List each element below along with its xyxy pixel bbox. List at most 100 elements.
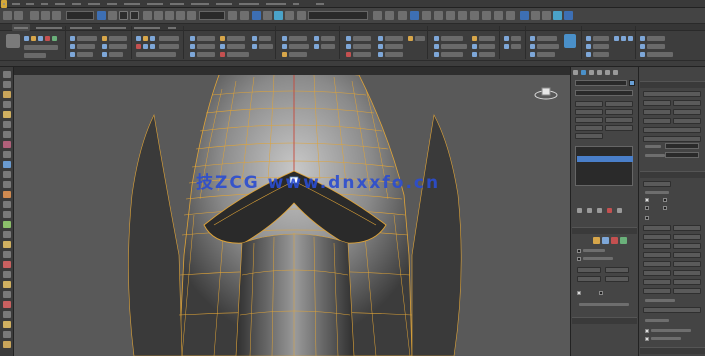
modifier-set-button-8[interactable] (605, 125, 633, 131)
ribbon-item-quadrify[interactable] (227, 52, 249, 57)
remove-isolated-button[interactable] (643, 127, 701, 133)
modifier-set-button-1[interactable] (575, 101, 603, 107)
by-vertex-checkbox[interactable] (577, 249, 581, 253)
select-manipulate-icon[interactable] (240, 11, 249, 20)
modifier-set-button-2[interactable] (605, 101, 633, 107)
rollout-selection[interactable] (572, 227, 637, 234)
ribbon-item-distance-connect[interactable] (441, 44, 467, 49)
repeat-last-button[interactable] (643, 181, 671, 187)
element-subobject-icon[interactable] (52, 36, 57, 41)
menu-scripting[interactable] (214, 0, 234, 8)
to-view-icon[interactable] (586, 44, 591, 49)
sel-vertex-icon[interactable] (593, 237, 600, 244)
set-flow-icon[interactable] (472, 52, 477, 57)
menu-help[interactable] (291, 0, 301, 8)
ribbon-item-use-displacement[interactable] (289, 52, 307, 57)
group-title-polygon-modeling[interactable] (0, 60, 66, 66)
rollout-subdivision-surface[interactable] (640, 347, 705, 354)
group-title-align[interactable] (582, 60, 636, 66)
modifier-set-button-7[interactable] (575, 125, 603, 131)
constraint-none-radio[interactable] (645, 198, 649, 202)
ribbon-item-edit-2[interactable] (159, 44, 179, 49)
cap-poly-icon[interactable] (220, 36, 225, 41)
build-end-icon[interactable] (504, 36, 509, 41)
ribbon-item-flow-connect[interactable] (441, 52, 463, 57)
object-name-field[interactable] (575, 80, 627, 86)
ribbon-item-loop[interactable] (77, 52, 93, 57)
sel-polygon-icon[interactable] (611, 237, 618, 244)
split-button[interactable] (673, 243, 701, 249)
collapse-icon[interactable] (252, 36, 257, 41)
full-interactivity-checkbox[interactable] (645, 329, 649, 333)
material-editor-icon[interactable] (458, 11, 467, 20)
menu-customize[interactable] (189, 0, 211, 8)
sel-edge-icon[interactable] (602, 237, 609, 244)
shrink-icon[interactable] (70, 44, 75, 49)
tessellate-button[interactable] (673, 270, 701, 276)
modifier-set-button-9[interactable] (575, 133, 603, 139)
particle-filter-icon[interactable] (3, 191, 11, 198)
unlink-icon[interactable] (41, 11, 50, 20)
render-production-icon[interactable] (494, 11, 503, 20)
menu-modifiers[interactable] (86, 0, 102, 8)
more-icon[interactable] (3, 341, 11, 348)
modifier-set-button-6[interactable] (605, 117, 633, 123)
perspective-viewport[interactable]: 技ZCG www.dnxxfo.cn (14, 75, 570, 356)
ribbon-item-target-weld[interactable] (385, 52, 403, 57)
loop-icon[interactable] (70, 52, 75, 57)
toggle-ribbon-icon[interactable] (422, 11, 431, 20)
ribbon-item-similar[interactable] (109, 44, 127, 49)
rollout-edit-geometry[interactable] (640, 171, 705, 178)
display-tab-icon[interactable] (605, 70, 610, 75)
ribbon-item-grow[interactable] (77, 36, 97, 41)
rendered-frame-window-icon[interactable] (482, 11, 491, 20)
mirror-icon[interactable] (373, 11, 382, 20)
lock-selection-icon[interactable] (3, 281, 11, 288)
ribbon-item-collapse[interactable] (259, 36, 271, 41)
ribbon-item-connect[interactable] (441, 36, 463, 41)
lights-filter-icon[interactable] (3, 111, 11, 118)
grow-icon[interactable] (70, 36, 75, 41)
axis-z-icon[interactable] (531, 11, 540, 20)
display-influences-icon[interactable] (3, 231, 11, 238)
viewport-label[interactable] (14, 67, 570, 75)
create-tab-icon[interactable] (573, 70, 578, 75)
redo-icon[interactable] (14, 11, 23, 20)
constraint-normal-radio[interactable] (663, 206, 667, 210)
relax-icon[interactable] (190, 36, 195, 41)
ribbon-item-smooth[interactable] (537, 44, 559, 49)
find-icon[interactable] (3, 251, 11, 258)
schematic-view-icon[interactable] (446, 11, 455, 20)
group-title-subdivision[interactable] (500, 60, 582, 66)
menu-edit[interactable] (10, 0, 22, 8)
reset-plane-button[interactable] (673, 252, 701, 258)
spin-icon[interactable] (346, 44, 351, 49)
menu-group[interactable] (39, 0, 50, 8)
msmooth-icon[interactable] (282, 36, 287, 41)
rotate-icon[interactable] (154, 11, 163, 20)
attach-button[interactable] (643, 234, 671, 240)
hide-selected-button[interactable] (643, 307, 701, 313)
rollout-edit-vertices[interactable] (640, 81, 705, 88)
preserve-uvs-checkbox[interactable] (645, 216, 649, 220)
ribbon-item-modify[interactable] (24, 45, 58, 50)
reference-coordinate-dropdown[interactable] (199, 11, 225, 20)
ribbon-item-edit-1[interactable] (159, 36, 179, 41)
modify-tab-icon[interactable] (581, 70, 586, 75)
break-button[interactable] (643, 100, 671, 106)
curve-editor-icon[interactable] (434, 11, 443, 20)
ribbon-item-spin[interactable] (353, 44, 371, 49)
selection-filter-dropdown[interactable] (66, 11, 94, 20)
fill-icon[interactable] (102, 52, 107, 57)
shapes-filter-icon[interactable] (3, 101, 11, 108)
align-y-icon[interactable] (621, 36, 626, 41)
to-grid-icon[interactable] (586, 52, 591, 57)
ribbon-item-to-grid[interactable] (593, 52, 609, 57)
extrude-button[interactable] (673, 100, 701, 106)
ribbon-item-remove[interactable] (321, 36, 335, 41)
object-color-swatch[interactable] (629, 80, 635, 86)
preview-off-radio[interactable] (577, 291, 581, 295)
paint-deform-icon[interactable] (564, 34, 576, 48)
ribbon-item-insert-vertex[interactable] (385, 44, 403, 49)
constraint-edge-radio[interactable] (663, 198, 667, 202)
